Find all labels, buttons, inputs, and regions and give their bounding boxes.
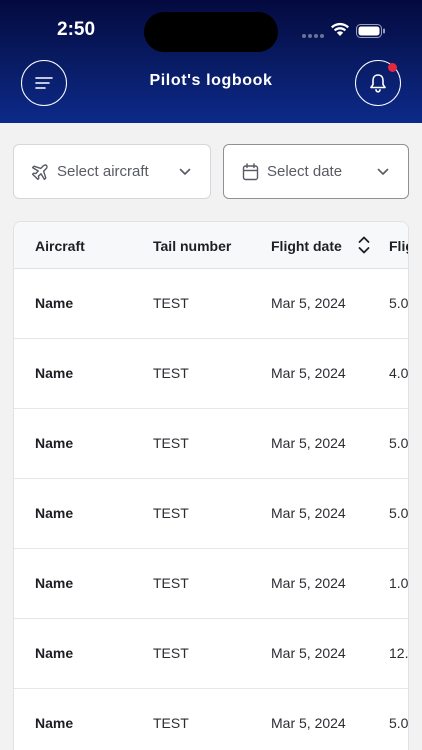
cell-tail-number: TEST bbox=[153, 505, 189, 521]
table-row[interactable]: Name TEST Mar 5, 2024 5.0 bbox=[14, 409, 409, 479]
select-date-dropdown[interactable]: Select date bbox=[223, 144, 409, 199]
cell-aircraft: Name bbox=[35, 365, 74, 381]
table-row[interactable]: Name TEST Mar 5, 2024 5.0 bbox=[14, 689, 409, 750]
table-row[interactable]: Name TEST Mar 5, 2024 4.0 bbox=[14, 339, 409, 409]
cell-flight-date: Mar 5, 2024 bbox=[271, 295, 346, 311]
cell-flight-time: 12. bbox=[389, 645, 409, 661]
cell-flight-time: 1.0 bbox=[389, 575, 409, 591]
table-row[interactable]: Name TEST Mar 5, 2024 5.0 bbox=[14, 479, 409, 549]
cell-flight-time: 5.0 bbox=[389, 715, 409, 731]
column-header-aircraft[interactable]: Aircraft bbox=[35, 238, 85, 254]
select-date-label: Select date bbox=[267, 163, 343, 180]
notification-badge bbox=[388, 63, 397, 72]
cell-tail-number: TEST bbox=[153, 295, 189, 311]
sort-icon[interactable] bbox=[357, 235, 371, 255]
cellular-icon bbox=[302, 34, 324, 38]
cell-flight-date: Mar 5, 2024 bbox=[271, 575, 346, 591]
cell-tail-number: TEST bbox=[153, 645, 189, 661]
cell-flight-date: Mar 5, 2024 bbox=[271, 435, 346, 451]
cell-aircraft: Name bbox=[35, 505, 74, 521]
app-header: 2:50 Pilot's logbook bbox=[0, 0, 422, 123]
select-aircraft-dropdown[interactable]: Select aircraft bbox=[13, 144, 211, 199]
table-header: Aircraft Tail number Flight date Flig bbox=[14, 222, 408, 269]
status-time: 2:50 bbox=[57, 19, 96, 40]
cell-flight-date: Mar 5, 2024 bbox=[271, 505, 346, 521]
chevron-down-icon bbox=[377, 168, 389, 175]
notifications-button[interactable] bbox=[355, 60, 401, 106]
chevron-down-icon bbox=[179, 168, 191, 175]
cell-aircraft: Name bbox=[35, 435, 74, 451]
table-row[interactable]: Name TEST Mar 5, 2024 1.0 bbox=[14, 549, 409, 619]
column-header-flight-time[interactable]: Flig bbox=[389, 238, 408, 254]
column-header-flight-date[interactable]: Flight date bbox=[271, 238, 342, 254]
cell-flight-time: 5.0 bbox=[389, 435, 409, 451]
cell-flight-time: 4.0 bbox=[389, 365, 409, 381]
cell-tail-number: TEST bbox=[153, 575, 189, 591]
plane-icon bbox=[31, 164, 48, 181]
select-aircraft-label: Select aircraft bbox=[57, 163, 149, 180]
table-row[interactable]: Name TEST Mar 5, 2024 5.0 bbox=[14, 269, 409, 339]
column-header-tail-number[interactable]: Tail number bbox=[153, 238, 231, 254]
bell-icon bbox=[370, 74, 386, 93]
cell-flight-date: Mar 5, 2024 bbox=[271, 715, 346, 731]
cell-flight-time: 5.0 bbox=[389, 505, 409, 521]
cell-flight-date: Mar 5, 2024 bbox=[271, 645, 346, 661]
wifi-icon bbox=[331, 22, 349, 36]
cell-flight-time: 5.0 bbox=[389, 295, 409, 311]
table-row[interactable]: Name TEST Mar 5, 2024 12. bbox=[14, 619, 409, 689]
calendar-icon bbox=[242, 163, 259, 181]
cell-aircraft: Name bbox=[35, 715, 74, 731]
cell-tail-number: TEST bbox=[153, 435, 189, 451]
dynamic-island bbox=[144, 12, 278, 52]
cell-aircraft: Name bbox=[35, 645, 74, 661]
logbook-table: Aircraft Tail number Flight date Flig Na… bbox=[13, 221, 409, 750]
cell-aircraft: Name bbox=[35, 575, 74, 591]
cell-tail-number: TEST bbox=[153, 365, 189, 381]
cell-flight-date: Mar 5, 2024 bbox=[271, 365, 346, 381]
cell-aircraft: Name bbox=[35, 295, 74, 311]
cell-tail-number: TEST bbox=[153, 715, 189, 731]
battery-icon bbox=[356, 24, 385, 38]
